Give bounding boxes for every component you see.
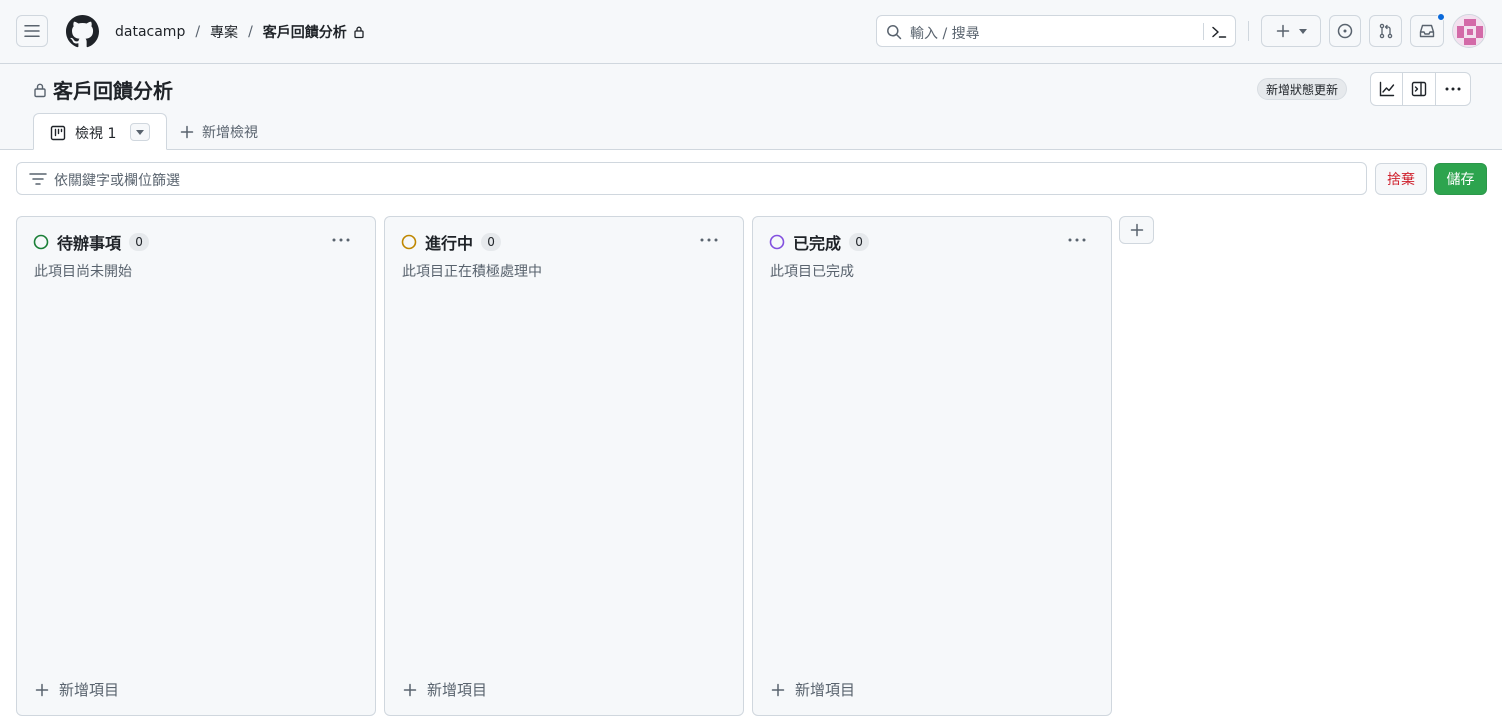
board-column-done: 已完成 0 此項目已完成 新增項目 <box>752 216 1112 716</box>
column-name: 待辦事項 <box>57 234 122 253</box>
new-view-label: 新增檢視 <box>202 125 258 141</box>
filter-input[interactable]: 依關鍵字或欄位篩選 <box>16 162 1367 195</box>
column-name: 已完成 <box>793 234 842 253</box>
new-view-button[interactable]: 新增檢視 <box>180 122 258 142</box>
hamburger-menu-button[interactable] <box>16 15 48 47</box>
add-item-button[interactable]: 新增項目 <box>35 679 119 700</box>
kebab-horizontal-icon <box>332 238 350 242</box>
identicon-image <box>1453 15 1485 47</box>
breadcrumb-projects[interactable]: 專案 <box>210 22 238 42</box>
add-item-label: 新增項目 <box>427 681 488 699</box>
add-item-label: 新增項目 <box>795 681 856 699</box>
column-header: 進行中 0 <box>401 232 502 253</box>
status-circle-icon <box>769 234 785 250</box>
add-column-button[interactable] <box>1119 216 1154 244</box>
status-circle-icon <box>401 234 417 250</box>
project-header: 客戶回饋分析 新增狀態更新 檢視 1 新增檢視 <box>0 64 1502 150</box>
filter-placeholder: 依關鍵字或欄位篩選 <box>54 173 180 189</box>
add-status-update-button[interactable]: 新增狀態更新 <box>1257 78 1348 100</box>
column-menu-button[interactable] <box>1065 231 1089 249</box>
board-layout-icon <box>50 125 66 141</box>
kebab-horizontal-icon <box>1445 87 1461 91</box>
status-circle-icon <box>33 234 49 250</box>
kebab-horizontal-icon <box>700 238 718 242</box>
filter-icon <box>29 173 47 185</box>
board-column-in-progress: 進行中 0 此項目正在積極處理中 新增項目 <box>384 216 744 716</box>
hamburger-icon <box>24 25 40 37</box>
plus-icon <box>35 683 49 696</box>
plus-icon <box>1130 223 1143 237</box>
notification-indicator <box>1437 13 1445 21</box>
view-options-dropdown[interactable] <box>130 123 150 141</box>
create-new-button[interactable] <box>1261 15 1321 47</box>
command-palette-icon[interactable] <box>1211 24 1227 40</box>
project-title-text[interactable]: 客戶回饋分析 <box>53 75 173 104</box>
lock-icon <box>34 83 46 97</box>
issues-button[interactable] <box>1329 15 1361 47</box>
column-description: 此項目已完成 <box>770 264 854 280</box>
column-count-badge: 0 <box>481 233 502 251</box>
add-item-button[interactable]: 新增項目 <box>403 679 487 700</box>
column-header: 已完成 0 <box>769 232 870 253</box>
insights-button[interactable] <box>1371 73 1404 105</box>
board-column-todo: 待辦事項 0 此項目尚未開始 新增項目 <box>16 216 376 716</box>
lock-icon <box>354 26 364 39</box>
plus-icon <box>1276 24 1289 38</box>
triangle-down-icon <box>1298 28 1307 34</box>
column-count-badge: 0 <box>849 233 870 251</box>
breadcrumb-current-project[interactable]: 客戶回饋分析 <box>263 22 347 42</box>
save-button[interactable]: 儲存 <box>1434 163 1487 195</box>
column-name: 進行中 <box>425 234 474 253</box>
search-icon <box>887 25 902 40</box>
breadcrumb-separator: / <box>248 24 253 40</box>
column-description: 此項目尚未開始 <box>34 264 132 280</box>
add-item-button[interactable]: 新增項目 <box>771 679 855 700</box>
breadcrumb-separator: / <box>195 24 201 40</box>
more-options-button[interactable] <box>1436 73 1470 105</box>
project-actions-group <box>1370 72 1471 106</box>
header-divider <box>1248 21 1249 41</box>
issue-opened-icon <box>1337 23 1353 39</box>
avatar[interactable] <box>1452 14 1486 48</box>
kebab-horizontal-icon <box>1068 238 1086 242</box>
search-input[interactable]: 輸入 / 搜尋 <box>876 15 1236 47</box>
breadcrumb-owner[interactable]: datacamp <box>115 24 185 40</box>
add-item-label: 新增項目 <box>59 681 120 699</box>
search-placeholder: 輸入 / 搜尋 <box>910 26 980 42</box>
column-menu-button[interactable] <box>697 231 721 249</box>
plus-icon <box>403 683 417 696</box>
plus-icon <box>771 683 785 696</box>
graph-icon <box>1379 81 1394 97</box>
column-description: 此項目正在積極處理中 <box>402 264 542 280</box>
sidebar-expand-icon <box>1411 81 1427 97</box>
search-divider <box>1203 23 1204 40</box>
triangle-down-icon <box>136 129 144 135</box>
tab-label: 檢視 1 <box>75 126 117 142</box>
discard-button[interactable]: 捨棄 <box>1375 163 1427 195</box>
tab-view-1[interactable]: 檢視 1 <box>33 113 167 150</box>
inbox-icon <box>1419 24 1435 38</box>
project-title: 客戶回饋分析 <box>33 75 173 104</box>
git-pull-request-icon <box>1379 23 1392 39</box>
column-menu-button[interactable] <box>329 231 353 249</box>
column-count-badge: 0 <box>129 233 150 251</box>
pull-requests-button[interactable] <box>1369 15 1402 47</box>
plus-icon <box>180 125 194 139</box>
global-header: datacamp / 專案 / 客戶回饋分析 輸入 / 搜尋 <box>0 0 1502 64</box>
column-header: 待辦事項 0 <box>33 232 150 253</box>
breadcrumb: datacamp / 專案 / 客戶回饋分析 <box>115 20 365 44</box>
github-logo[interactable] <box>66 15 99 48</box>
side-panel-button[interactable] <box>1403 73 1436 105</box>
